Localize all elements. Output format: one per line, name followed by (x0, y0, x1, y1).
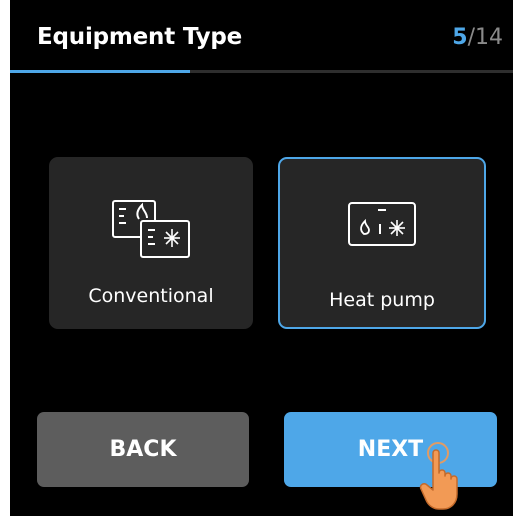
step-current: 5 (452, 25, 468, 50)
step-counter: 5/14 (452, 25, 503, 50)
progress-fill (10, 70, 190, 73)
option-conventional[interactable]: Conventional (49, 157, 253, 329)
thermostat-screen: Equipment Type 5/14 Conventional Heat pu… (10, 0, 513, 516)
tap-hand-icon (419, 442, 458, 510)
step-separator: / (467, 25, 475, 50)
conventional-furnace-ac-icon (112, 200, 190, 258)
back-button[interactable]: BACK (37, 412, 249, 487)
page-title: Equipment Type (37, 24, 243, 50)
step-total: 14 (475, 25, 503, 50)
option-conventional-label: Conventional (88, 285, 214, 307)
option-heat-pump-label: Heat pump (329, 289, 435, 311)
progress-bar (10, 70, 513, 73)
option-heat-pump[interactable]: Heat pump (278, 157, 486, 329)
heat-pump-icon (348, 202, 416, 246)
